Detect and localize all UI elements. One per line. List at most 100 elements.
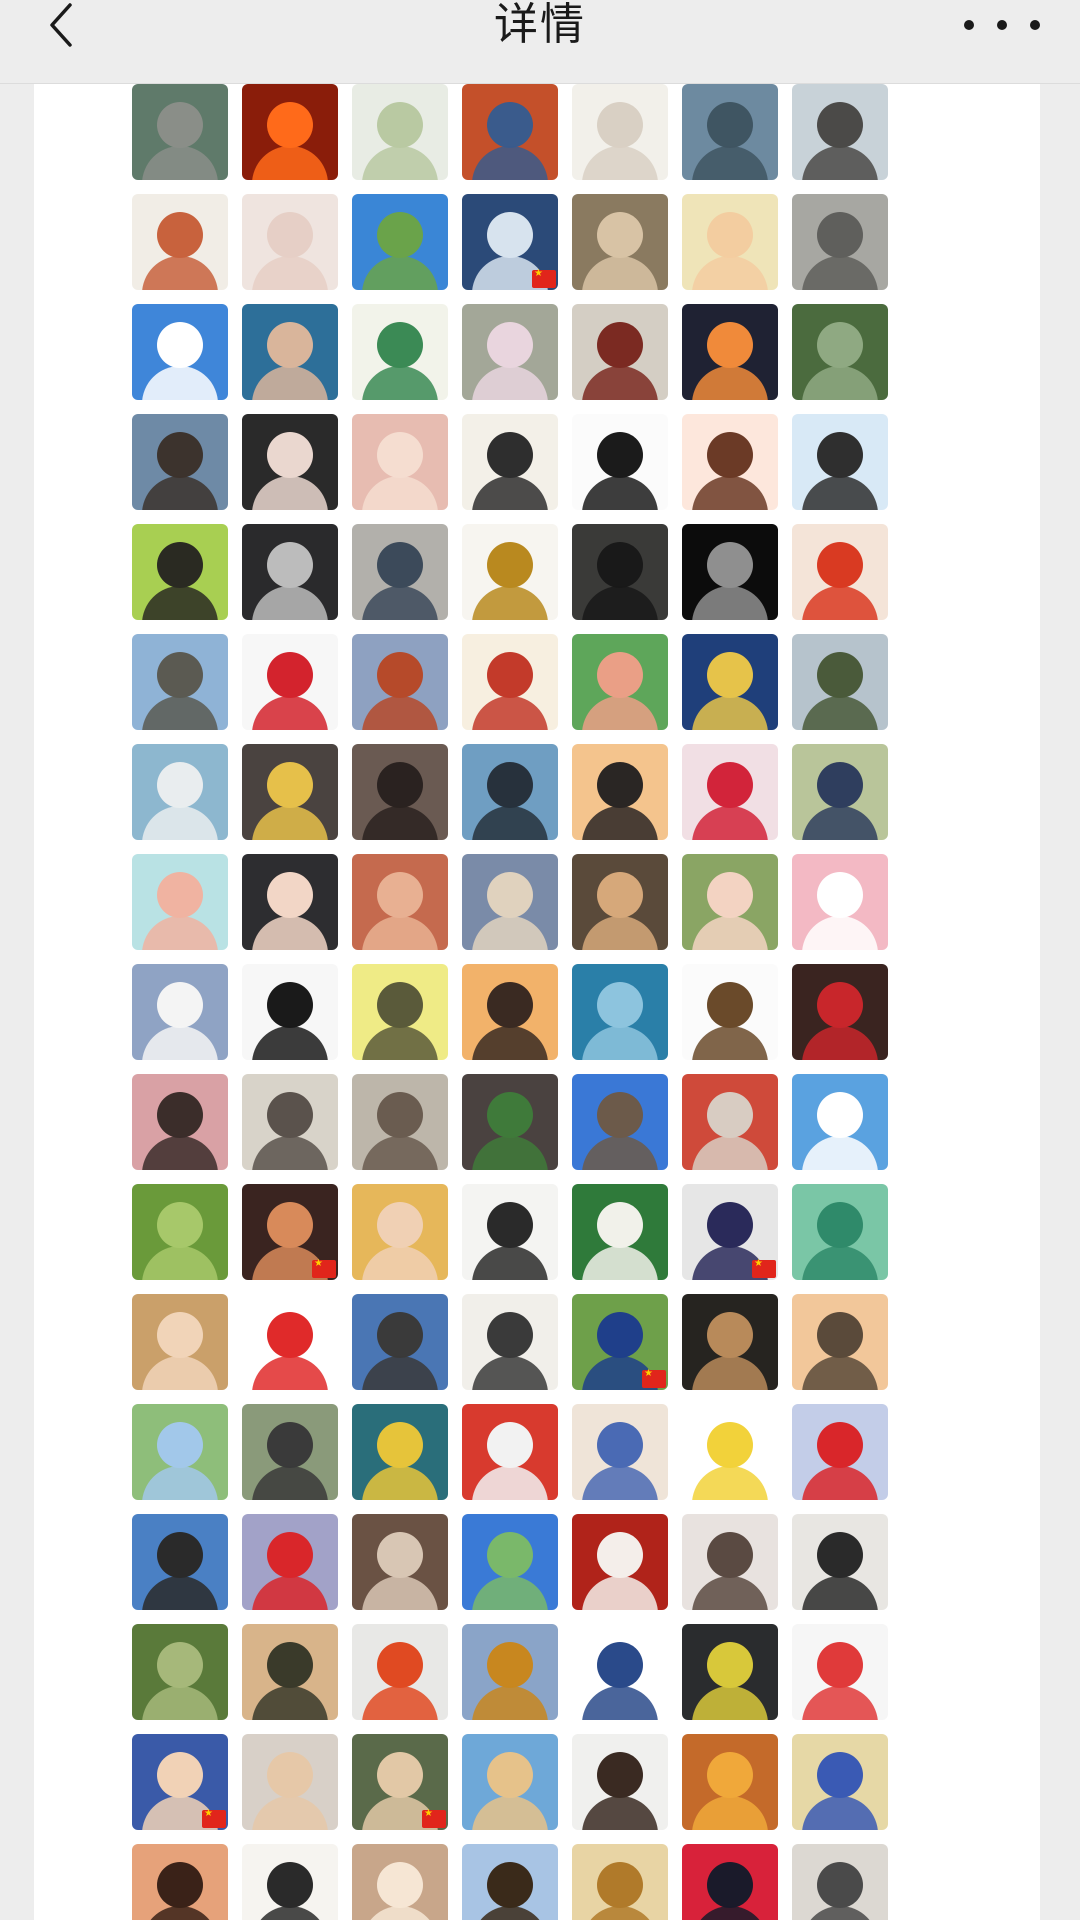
member-avatar[interactable]: [462, 1184, 558, 1280]
member-avatar[interactable]: [572, 1294, 668, 1390]
member-avatar[interactable]: [242, 1184, 338, 1280]
member-avatar[interactable]: [242, 964, 338, 1060]
member-avatar[interactable]: [242, 1734, 338, 1830]
member-avatar[interactable]: [792, 524, 888, 620]
member-avatar[interactable]: [572, 1624, 668, 1720]
member-avatar[interactable]: [462, 414, 558, 510]
member-avatar[interactable]: [792, 1294, 888, 1390]
member-avatar[interactable]: [242, 1404, 338, 1500]
member-avatar[interactable]: [682, 1514, 778, 1610]
member-avatar[interactable]: [572, 414, 668, 510]
member-avatar[interactable]: [242, 194, 338, 290]
member-avatar[interactable]: [792, 1184, 888, 1280]
member-avatar[interactable]: [462, 1514, 558, 1610]
member-avatar[interactable]: [462, 1844, 558, 1920]
member-avatar[interactable]: [132, 1514, 228, 1610]
member-avatar[interactable]: [682, 1624, 778, 1720]
member-avatar[interactable]: [792, 854, 888, 950]
member-avatar[interactable]: [462, 1734, 558, 1830]
member-avatar[interactable]: [242, 634, 338, 730]
member-avatar[interactable]: [792, 634, 888, 730]
member-avatar[interactable]: [352, 1294, 448, 1390]
member-avatar[interactable]: [462, 854, 558, 950]
member-avatar[interactable]: [792, 1844, 888, 1920]
member-avatar[interactable]: [132, 1844, 228, 1920]
member-avatar[interactable]: [572, 634, 668, 730]
member-avatar[interactable]: [792, 1734, 888, 1830]
member-avatar[interactable]: [132, 414, 228, 510]
member-avatar[interactable]: [462, 1294, 558, 1390]
member-avatar[interactable]: [352, 964, 448, 1060]
member-avatar[interactable]: [682, 84, 778, 180]
member-avatar[interactable]: [792, 744, 888, 840]
member-avatar[interactable]: [242, 1294, 338, 1390]
member-avatar[interactable]: [792, 304, 888, 400]
member-avatar[interactable]: [682, 1404, 778, 1500]
member-avatar[interactable]: [792, 1624, 888, 1720]
member-avatar[interactable]: [132, 854, 228, 950]
member-avatar[interactable]: [462, 194, 558, 290]
member-avatar[interactable]: [352, 1404, 448, 1500]
member-avatar[interactable]: [352, 854, 448, 950]
member-avatar[interactable]: [572, 524, 668, 620]
member-avatar[interactable]: [132, 634, 228, 730]
member-avatar[interactable]: [572, 854, 668, 950]
member-avatar[interactable]: [572, 84, 668, 180]
member-avatar[interactable]: [242, 1844, 338, 1920]
member-avatar[interactable]: [352, 524, 448, 620]
member-avatar[interactable]: [572, 1844, 668, 1920]
member-avatar[interactable]: [352, 1074, 448, 1170]
member-avatar[interactable]: [682, 194, 778, 290]
member-avatar[interactable]: [352, 1734, 448, 1830]
member-avatar[interactable]: [242, 1514, 338, 1610]
member-avatar[interactable]: [242, 84, 338, 180]
member-avatar[interactable]: [792, 1514, 888, 1610]
member-avatar[interactable]: [682, 964, 778, 1060]
member-avatar[interactable]: [572, 1734, 668, 1830]
member-avatar[interactable]: [682, 1074, 778, 1170]
member-avatar[interactable]: [132, 194, 228, 290]
member-avatar[interactable]: [132, 304, 228, 400]
member-avatar[interactable]: [242, 1624, 338, 1720]
member-avatar[interactable]: [132, 1184, 228, 1280]
member-avatar[interactable]: [682, 634, 778, 730]
member-avatar[interactable]: [352, 194, 448, 290]
more-button[interactable]: [964, 0, 1040, 50]
member-avatar[interactable]: [352, 414, 448, 510]
member-avatar[interactable]: [242, 414, 338, 510]
member-avatar[interactable]: [352, 84, 448, 180]
member-avatar[interactable]: [242, 744, 338, 840]
member-avatar[interactable]: [132, 1624, 228, 1720]
member-avatar[interactable]: [462, 964, 558, 1060]
member-avatar[interactable]: [352, 634, 448, 730]
member-avatar[interactable]: [462, 1404, 558, 1500]
member-avatar[interactable]: [132, 1734, 228, 1830]
member-avatar[interactable]: [132, 744, 228, 840]
member-avatar[interactable]: [682, 1844, 778, 1920]
member-avatar[interactable]: [572, 194, 668, 290]
member-avatar[interactable]: [462, 304, 558, 400]
member-avatar[interactable]: [132, 1294, 228, 1390]
member-avatar[interactable]: [242, 304, 338, 400]
member-avatar[interactable]: [792, 1074, 888, 1170]
member-avatar[interactable]: [682, 744, 778, 840]
member-avatar[interactable]: [462, 1074, 558, 1170]
member-avatar[interactable]: [352, 304, 448, 400]
member-avatar[interactable]: [792, 84, 888, 180]
member-avatar[interactable]: [792, 1404, 888, 1500]
member-avatar[interactable]: [572, 304, 668, 400]
member-avatar[interactable]: [572, 1074, 668, 1170]
member-avatar[interactable]: [132, 84, 228, 180]
member-avatar[interactable]: [132, 1074, 228, 1170]
member-avatar[interactable]: [132, 964, 228, 1060]
member-avatar[interactable]: [572, 1184, 668, 1280]
member-avatar[interactable]: [352, 1844, 448, 1920]
member-avatar[interactable]: [352, 744, 448, 840]
member-avatar[interactable]: [242, 854, 338, 950]
member-avatar[interactable]: [572, 964, 668, 1060]
member-avatar[interactable]: [132, 1404, 228, 1500]
member-avatar[interactable]: [462, 84, 558, 180]
member-avatar[interactable]: [792, 964, 888, 1060]
member-avatar[interactable]: [572, 1514, 668, 1610]
member-avatar[interactable]: [462, 744, 558, 840]
